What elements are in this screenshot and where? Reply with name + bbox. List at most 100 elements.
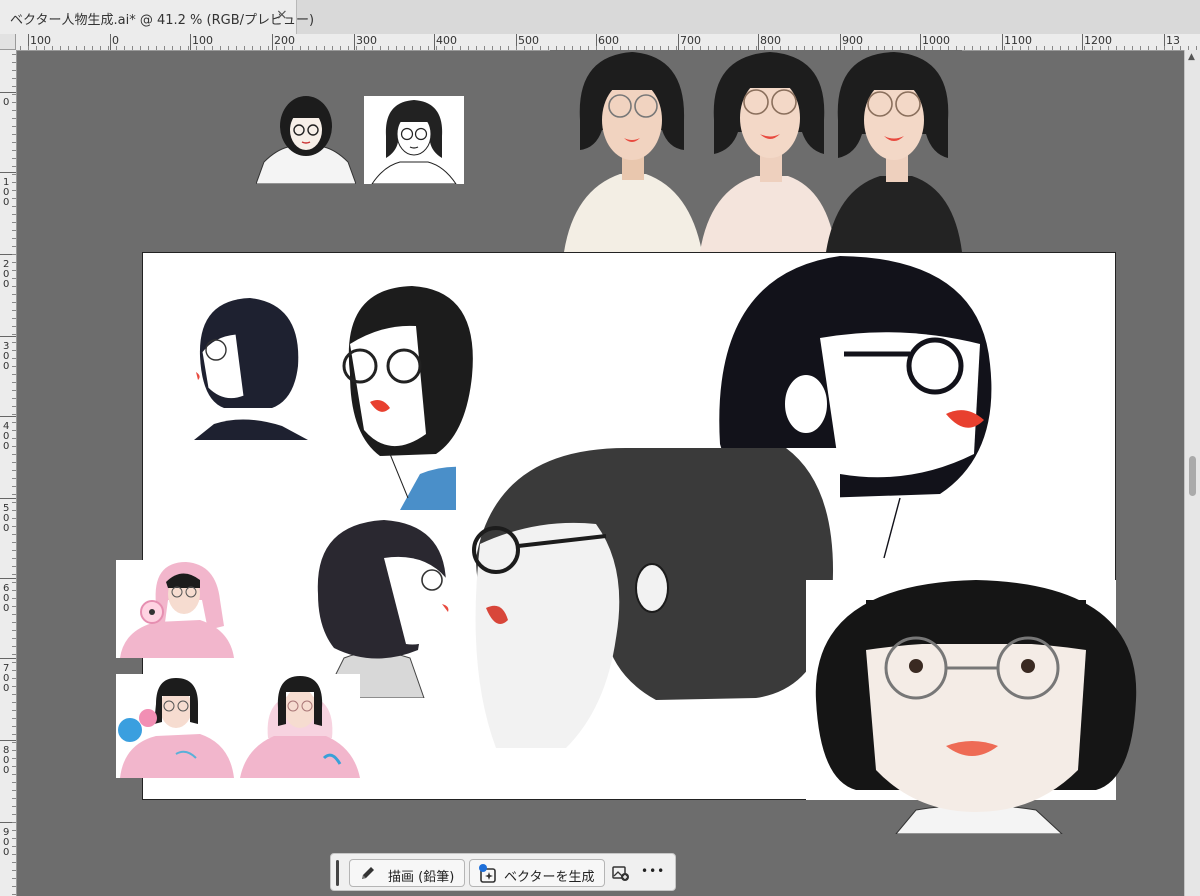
ruler-minor-tick [364,46,365,50]
portrait-pink-hoodie-front[interactable] [240,674,360,778]
portrait-profile-small[interactable] [184,296,312,440]
ruler-minor-tick [52,46,53,50]
ruler-minor-tick [12,190,16,191]
ruler-minor-tick [1036,46,1037,50]
ruler-minor-tick [12,886,16,887]
pencil-icon [360,865,376,885]
portrait-front-glasses[interactable] [806,580,1146,834]
ruler-origin[interactable] [0,34,16,50]
portrait-hoodie-sketch[interactable] [256,92,356,184]
ruler-label: 300 [356,34,377,47]
ruler-minor-tick [12,374,16,375]
ruler-minor-tick [12,454,16,455]
ruler-minor-tick [12,582,16,583]
ruler-minor-tick [12,238,16,239]
ruler-minor-tick [76,46,77,50]
ruler-minor-tick [476,46,477,50]
ruler-minor-tick [12,398,16,399]
ruler-minor-tick [12,366,16,367]
ruler-minor-tick [12,294,16,295]
portrait-closeup-ink[interactable] [456,448,840,748]
close-icon[interactable]: × [276,7,288,23]
document-tab-title: ベクター人物生成.ai* @ 41.2 % (RGB/プレビュー) [10,13,315,28]
ruler-minor-tick [244,46,245,50]
ruler-minor-tick [44,46,45,50]
ruler-minor-tick [12,206,16,207]
ruler-minor-tick [12,662,16,663]
ruler-minor-tick [204,46,205,50]
ruler-minor-tick [196,46,197,50]
more-options-icon[interactable]: ••• [641,864,665,878]
ruler-minor-tick [124,46,125,50]
ruler-minor-tick [12,678,16,679]
ruler-tick [840,34,841,50]
portrait-trio-glasses[interactable] [550,50,962,252]
ruler-minor-tick [12,606,16,607]
document-tab[interactable]: ベクター人物生成.ai* @ 41.2 % (RGB/プレビュー) × [0,0,314,34]
ruler-label: 600 [598,34,619,47]
ruler-minor-tick [332,46,333,50]
add-image-icon[interactable] [612,864,630,886]
ruler-minor-tick [12,214,16,215]
ruler-minor-tick [388,46,389,50]
generate-vector-button[interactable]: ベクターを生成 [469,859,605,887]
ruler-minor-tick [524,46,525,50]
ruler-minor-tick [60,46,61,50]
ruler-tick [0,498,16,499]
portrait-pink-hoodie-blue-flower[interactable] [116,674,236,778]
ruler-tick [0,416,16,417]
ruler-minor-tick [12,486,16,487]
taskbar-drag-handle[interactable] [336,860,339,886]
ruler-minor-tick [12,710,16,711]
ruler-minor-tick [140,46,141,50]
ruler-minor-tick [540,46,541,50]
ruler-minor-tick [12,614,16,615]
ruler-minor-tick [12,286,16,287]
ruler-label: 500 [518,34,539,47]
ruler-minor-tick [324,46,325,50]
ruler-tick [272,34,273,50]
ruler-tick [0,92,16,93]
ruler-minor-tick [84,46,85,50]
ruler-tick [758,34,759,50]
draw-pencil-button[interactable]: 描画 (鉛筆) [349,859,465,887]
ruler-minor-tick [12,406,16,407]
ruler-minor-tick [12,518,16,519]
ruler-minor-tick [12,70,16,71]
ruler-minor-tick [372,46,373,50]
ruler-minor-tick [12,278,16,279]
portrait-pink-hoodie-flower[interactable] [116,560,236,658]
vertical-scrollbar[interactable]: ▲ [1184,50,1200,896]
ruler-minor-tick [12,438,16,439]
ruler-minor-tick [12,686,16,687]
ruler-minor-tick [1068,46,1069,50]
ruler-minor-tick [12,590,16,591]
ruler-minor-tick [68,46,69,50]
ruler-tick [0,578,16,579]
ruler-minor-tick [12,702,16,703]
ruler-minor-tick [12,638,16,639]
scroll-thumb[interactable] [1189,456,1196,496]
ruler-minor-tick [12,62,16,63]
ruler-minor-tick [12,870,16,871]
document-tab-bar: ベクター人物生成.ai* @ 41.2 % (RGB/プレビュー) × [0,0,1200,35]
ruler-minor-tick [12,878,16,879]
ruler-minor-tick [436,46,437,50]
ruler-minor-tick [12,254,16,255]
ruler-label: 600 [3,583,10,614]
ruler-minor-tick [12,262,16,263]
ruler-minor-tick [12,694,16,695]
portrait-lineart-sketch[interactable] [364,96,464,184]
ruler-minor-tick [12,830,16,831]
ruler-minor-tick [420,46,421,50]
ruler-minor-tick [12,166,16,167]
ruler-minor-tick [1148,46,1149,50]
horizontal-ruler[interactable]: 100 0 100 200 300 400 500 600 700 800 900 1000 1100 1… [16,34,1200,51]
portrait-profile-grey[interactable] [314,518,456,698]
vertical-ruler[interactable]: 0100200300400500600700800900 [0,50,17,896]
ruler-minor-tick [1060,46,1061,50]
ruler-minor-tick [12,150,16,151]
scroll-up-icon[interactable]: ▲ [1188,52,1195,62]
ruler-label: 500 [3,503,10,534]
ruler-minor-tick [308,46,309,50]
